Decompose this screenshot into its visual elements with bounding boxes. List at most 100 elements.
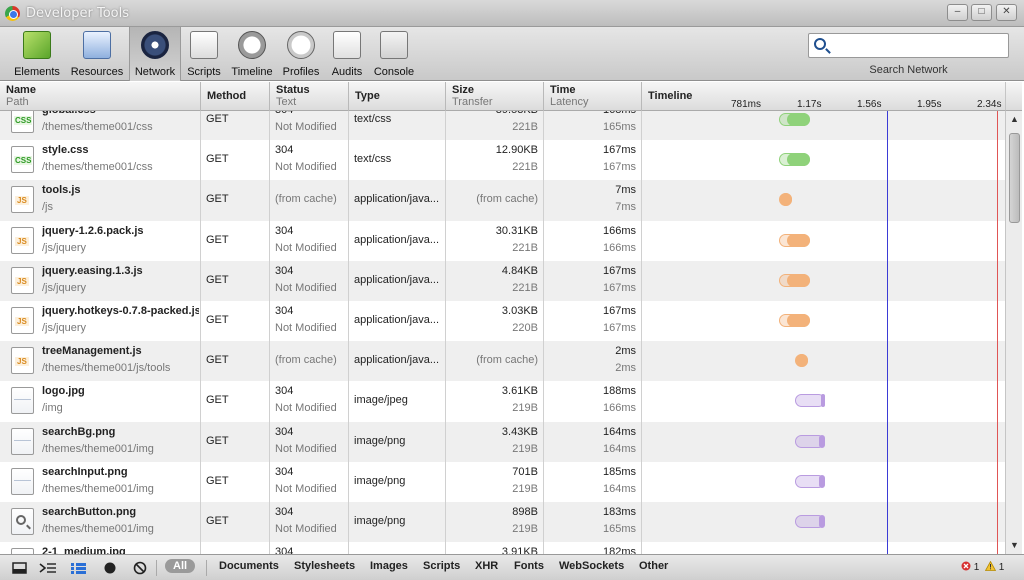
resource-name[interactable]: tools.js — [42, 184, 199, 196]
resource-name[interactable]: jquery.hotkeys-0.7.8-packed.js — [42, 305, 199, 317]
network-grid[interactable]: CSS global.css/themes/theme001/css GET 304 N… — [0, 111, 1005, 554]
vertical-scrollbar[interactable]: ▲ ▼ — [1005, 111, 1022, 554]
table-row[interactable]: CSS style.css/themes/theme001/css GET 304 No… — [0, 140, 1005, 181]
record-button[interactable] — [99, 559, 121, 577]
column-header-size[interactable]: Size Transfer — [446, 82, 544, 111]
table-row[interactable]: 2-1_medium.jpgGET 304 3.91KB 182ms — [0, 542, 1005, 554]
large-rows-button[interactable] — [67, 559, 89, 577]
table-cell: 304 Not Modified — [270, 421, 349, 462]
table-row[interactable]: logo.jpg/img GET 304 Not Modified image/jpeg… — [0, 381, 1005, 422]
clear-button[interactable] — [129, 559, 151, 577]
search-label: Search Network — [869, 64, 948, 76]
filter-all[interactable]: All — [165, 559, 196, 573]
type-value: application/java... — [354, 354, 439, 367]
window-title: Developer Tools — [26, 6, 130, 21]
timeline-bar[interactable] — [779, 233, 811, 247]
table-cell: 304 Not Modified — [270, 381, 349, 422]
dock-button[interactable] — [8, 559, 30, 577]
table-row[interactable]: JS tools.js/js GET (from cache) application/… — [0, 180, 1005, 221]
table-row[interactable]: searchInput.png/themes/theme001/img GET 30… — [0, 461, 1005, 502]
tab-scripts[interactable]: Scripts — [183, 27, 225, 81]
filter-stylesheets[interactable]: Stylesheets — [294, 560, 355, 572]
image-preview-icon — [11, 387, 34, 415]
tab-audits[interactable]: Audits — [327, 27, 367, 81]
maximize-button[interactable]: □ — [971, 4, 992, 21]
resource-name[interactable]: treeManagement.js — [42, 345, 199, 357]
table-cell: 167ms 167ms — [544, 140, 642, 181]
status-code: 304 — [275, 425, 294, 438]
table-row[interactable]: CSS global.css/themes/theme001/css GET 304 N… — [0, 111, 1005, 141]
type-value: image/png — [354, 515, 406, 527]
tab-network[interactable]: Network — [129, 27, 181, 81]
console-toggle-button[interactable] — [37, 559, 59, 577]
method-value: GET — [206, 515, 229, 527]
table-cell: application/java... — [349, 180, 446, 221]
resource-name[interactable]: jquery-1.2.6.pack.js — [42, 225, 199, 237]
status-text: Not Modified — [275, 281, 337, 294]
scrollbar-thumb[interactable] — [1009, 133, 1020, 223]
console-icon — [380, 31, 408, 59]
table-cell: JS jquery.easing.1.3.js/js/jquery — [0, 260, 201, 301]
timeline-bar[interactable] — [794, 474, 826, 488]
size-value: 30.31KB — [495, 224, 538, 237]
column-header-status[interactable]: Status Text — [270, 82, 349, 111]
resource-name[interactable]: jquery.easing.1.3.js — [42, 265, 199, 277]
filter-documents[interactable]: Documents — [219, 560, 279, 572]
column-header-method[interactable]: Method — [201, 82, 270, 111]
close-button[interactable]: ✕ — [996, 4, 1017, 21]
chrome-icon — [5, 6, 20, 21]
filter-xhr[interactable]: XHR — [475, 560, 498, 572]
scroll-down-icon[interactable]: ▼ — [1008, 539, 1021, 552]
table-cell: 183ms 165ms — [544, 502, 642, 543]
filter-websockets[interactable]: WebSockets — [559, 560, 624, 572]
table-row[interactable]: JS jquery.easing.1.3.js/js/jquery GET 304 No… — [0, 260, 1005, 301]
transfer-value: 219B — [512, 402, 538, 415]
timeline-bar[interactable] — [794, 434, 826, 448]
resource-name[interactable]: searchBg.png — [42, 426, 199, 438]
warning-count[interactable]: 1 — [984, 560, 1004, 573]
table-row[interactable]: JS jquery-1.2.6.pack.js/js/jquery GET 304 No… — [0, 220, 1005, 261]
column-header-type[interactable]: Type — [349, 82, 446, 111]
search-input[interactable] — [833, 37, 1003, 54]
tab-profiles[interactable]: Profiles — [279, 27, 323, 81]
resource-name[interactable]: 2-1_medium.jpg — [42, 546, 199, 554]
table-cell: 167ms 167ms — [544, 260, 642, 301]
scroll-up-icon[interactable]: ▲ — [1008, 113, 1021, 126]
resource-name[interactable]: global.css — [42, 111, 199, 116]
column-header-time[interactable]: Time Latency — [544, 82, 642, 111]
table-row[interactable]: JS treeManagement.js/themes/theme001/js/t… — [0, 341, 1005, 382]
tab-resources[interactable]: Resources — [68, 27, 126, 81]
tab-timeline[interactable]: Timeline — [229, 27, 275, 81]
resource-name[interactable]: searchButton.png — [42, 506, 199, 518]
tab-elements[interactable]: Elements — [10, 27, 64, 81]
timeline-bar[interactable] — [779, 113, 811, 126]
error-count[interactable]: 1 — [961, 561, 979, 573]
resource-name[interactable]: searchInput.png — [42, 466, 199, 478]
timeline-bar[interactable] — [794, 515, 826, 528]
filter-other[interactable]: Other — [639, 560, 668, 572]
filter-scripts[interactable]: Scripts — [423, 560, 460, 572]
table-row[interactable]: searchBg.png/themes/theme001/img GET 304 No… — [0, 421, 1005, 462]
timeline-bar[interactable] — [794, 394, 826, 408]
table-row[interactable]: searchButton.png/themes/theme001/img GET 3… — [0, 502, 1005, 543]
timeline-bar[interactable] — [794, 354, 808, 368]
filter-images[interactable]: Images — [370, 560, 408, 572]
resource-name[interactable]: style.css — [42, 144, 199, 156]
column-header-name[interactable]: Name Path — [0, 82, 201, 111]
filter-fonts[interactable]: Fonts — [514, 560, 544, 572]
table-row[interactable]: JS jquery.hotkeys-0.7.8-packed.js/js/jque… — [0, 301, 1005, 342]
size-value: 39.53KB — [496, 111, 538, 116]
table-cell: GET — [201, 421, 270, 462]
search-box[interactable] — [808, 33, 1009, 58]
table-cell: GET — [201, 220, 270, 261]
timeline-bar[interactable] — [779, 153, 811, 167]
clear-icon — [133, 561, 147, 575]
tab-console[interactable]: Console — [371, 27, 417, 81]
column-header-timeline[interactable]: Timeline — [642, 82, 702, 111]
timeline-bar[interactable] — [779, 314, 811, 327]
timeline-tick: 781ms — [731, 99, 762, 110]
resource-name[interactable]: logo.jpg — [42, 385, 199, 397]
timeline-bar[interactable] — [779, 273, 811, 287]
table-cell: GET — [201, 260, 270, 301]
minimize-button[interactable]: – — [947, 4, 968, 21]
